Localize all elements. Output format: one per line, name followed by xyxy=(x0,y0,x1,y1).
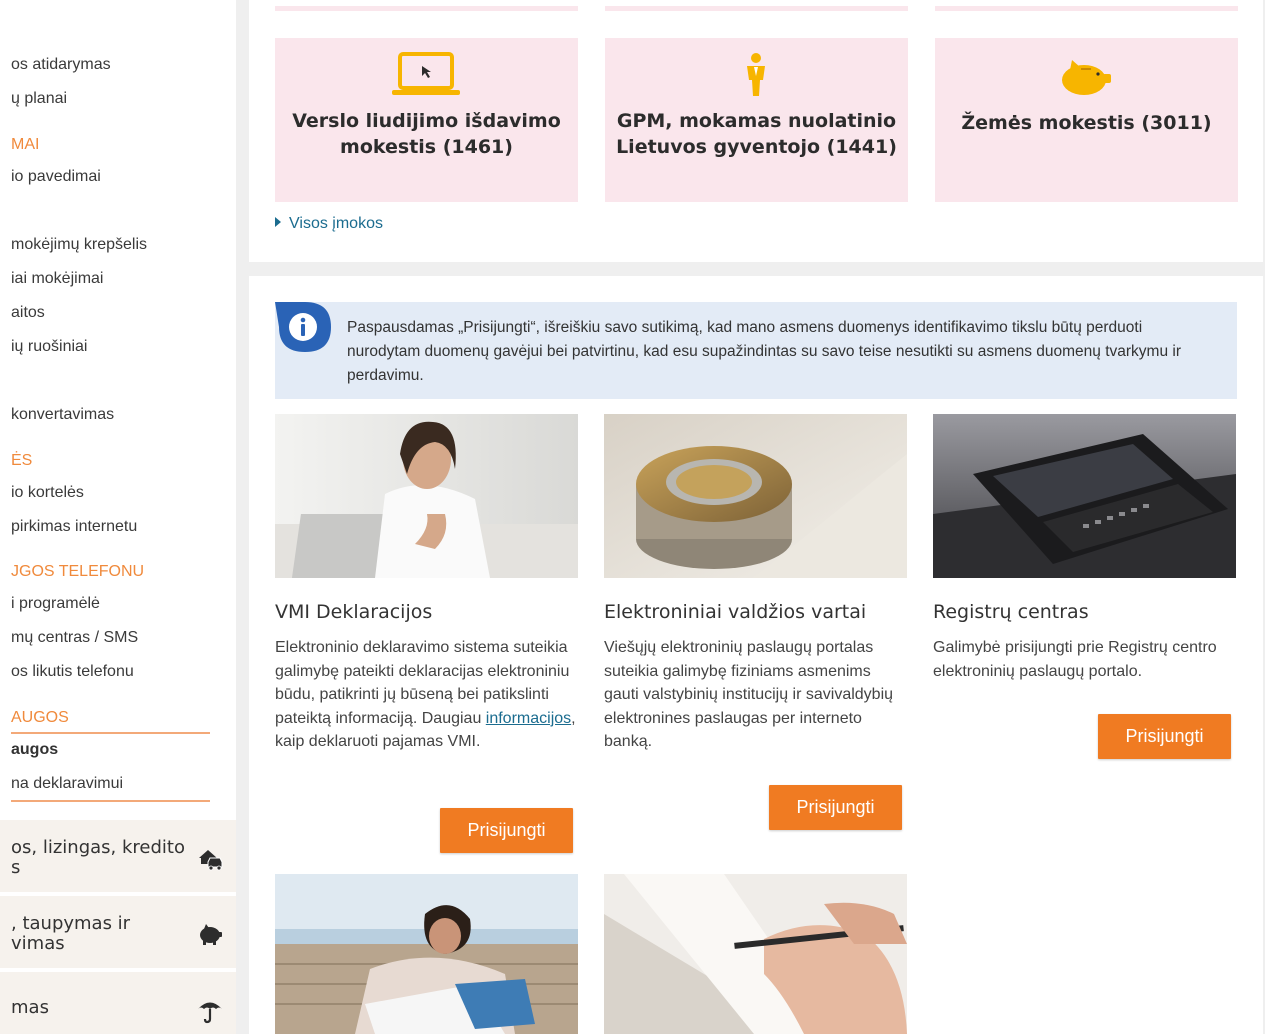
woman-reading-photo xyxy=(275,874,578,1034)
sidebar-block-savings[interactable]: , taupymas ir vimas xyxy=(0,896,236,970)
all-payments-link[interactable]: Visos įmokos xyxy=(275,215,383,233)
payment-tile-income-tax[interactable]: GPM, mokamas nuolatinio Lietuvos gyvento… xyxy=(605,38,908,202)
car-house-icon xyxy=(199,850,223,871)
sidebar-item[interactable]: os atidarymas xyxy=(11,56,111,74)
payment-tile-label: Žemės mokestis (3011) xyxy=(961,112,1212,134)
payment-tile-label: GPM, mokamas nuolatinio Lietuvos gyvento… xyxy=(616,110,897,158)
more-info-link[interactable]: informacijos xyxy=(486,710,571,727)
card-description: Galimybė prisijungti prie Registrų centr… xyxy=(933,639,1217,680)
sidebar-item[interactable]: pirkimas internetu xyxy=(11,518,137,536)
sidebar-divider xyxy=(11,800,210,802)
sidebar-item[interactable]: iai mokėjimai xyxy=(11,270,103,288)
all-payments-link-label: Visos įmokos xyxy=(289,215,383,232)
laptop-icon xyxy=(392,52,460,95)
sidebar-section-heading: JGOS TELEFONU xyxy=(11,563,145,580)
tile-strip xyxy=(605,6,908,11)
sidebar-block-label: os, lizingas, kredito s xyxy=(11,837,185,878)
tile-strip xyxy=(935,6,1238,11)
sidebar-item[interactable]: aitos xyxy=(11,304,45,322)
sidebar-block-label: , taupymas ir vimas xyxy=(11,913,131,954)
card-title: Elektroniniai valdžios vartai xyxy=(604,601,867,623)
sidebar-item[interactable]: ių ruošiniai xyxy=(11,338,87,356)
phone-photo xyxy=(933,414,1236,578)
sidebar-item[interactable]: io pavedimai xyxy=(11,168,101,186)
sidebar-item[interactable]: os likutis telefonu xyxy=(11,663,134,681)
payment-tile-business-license[interactable]: Verslo liudijimo išdavimo mokestis (1461… xyxy=(275,38,578,202)
payment-tile-land-tax[interactable]: Žemės mokestis (3011) xyxy=(935,38,1238,202)
writing-hand-photo xyxy=(604,874,907,1034)
card-title: Registrų centras xyxy=(933,601,1089,623)
person-icon xyxy=(747,53,765,96)
login-button-vmi[interactable]: Prisijungti xyxy=(440,808,573,853)
piggy-bank-icon xyxy=(200,924,222,945)
sidebar-divider xyxy=(11,732,210,734)
umbrella-icon xyxy=(198,1002,222,1024)
sidebar-item[interactable]: i programėlė xyxy=(11,595,100,613)
vmi-declarations-photo xyxy=(275,414,578,578)
sidebar-item[interactable]: mų centras / SMS xyxy=(11,629,138,647)
login-button-egov[interactable]: Prisijungti xyxy=(769,785,902,830)
sidebar-section-heading: AUGOS xyxy=(11,709,69,726)
sidebar-section-heading: MAI xyxy=(11,136,40,153)
card-description: Elektroninio deklaravimo sistema suteiki… xyxy=(275,636,578,754)
sidebar-item[interactable]: io kortelės xyxy=(11,484,84,502)
card-title: VMI Deklaracijos xyxy=(275,601,433,623)
card-description: Viešųjų elektroninių paslaugų portalas s… xyxy=(604,639,894,750)
sidebar-item[interactable]: ų planai xyxy=(11,90,67,108)
sidebar-item[interactable]: mokėjimų krepšelis xyxy=(11,236,147,254)
sidebar-item[interactable]: augos xyxy=(11,741,58,759)
payment-tile-label: Verslo liudijimo išdavimo mokestis (1461… xyxy=(292,110,561,158)
sidebar-block-loans[interactable]: os, lizingas, kredito s xyxy=(0,820,236,894)
piggy-bank-icon xyxy=(1062,60,1111,95)
tile-strip xyxy=(275,6,578,11)
login-button-registry[interactable]: Prisijungti xyxy=(1098,714,1231,759)
consent-notice-text: Paspausdamas „Prisijungti“, išreiškiu sa… xyxy=(347,319,1182,384)
sidebar-section-heading: ĖS xyxy=(11,452,33,469)
sidebar-item[interactable]: konvertavimas xyxy=(11,406,114,424)
sidebar: os atidarymas ų planai MAI io pavedimai mokė… xyxy=(0,0,236,1034)
sidebar-block-label: mas xyxy=(11,997,49,1018)
consent-notice: Paspausdamas „Prisijungti“, išreiškiu sa… xyxy=(275,302,1237,399)
sidebar-item[interactable]: na deklaravimui xyxy=(11,775,123,793)
sidebar-block-insurance[interactable]: mas xyxy=(0,972,236,1034)
payments-panel: Verslo liudijimo išdavimo mokestis (1461… xyxy=(249,0,1263,262)
triangle-right-icon xyxy=(275,217,281,227)
info-icon xyxy=(275,302,331,352)
coins-photo xyxy=(604,414,907,578)
